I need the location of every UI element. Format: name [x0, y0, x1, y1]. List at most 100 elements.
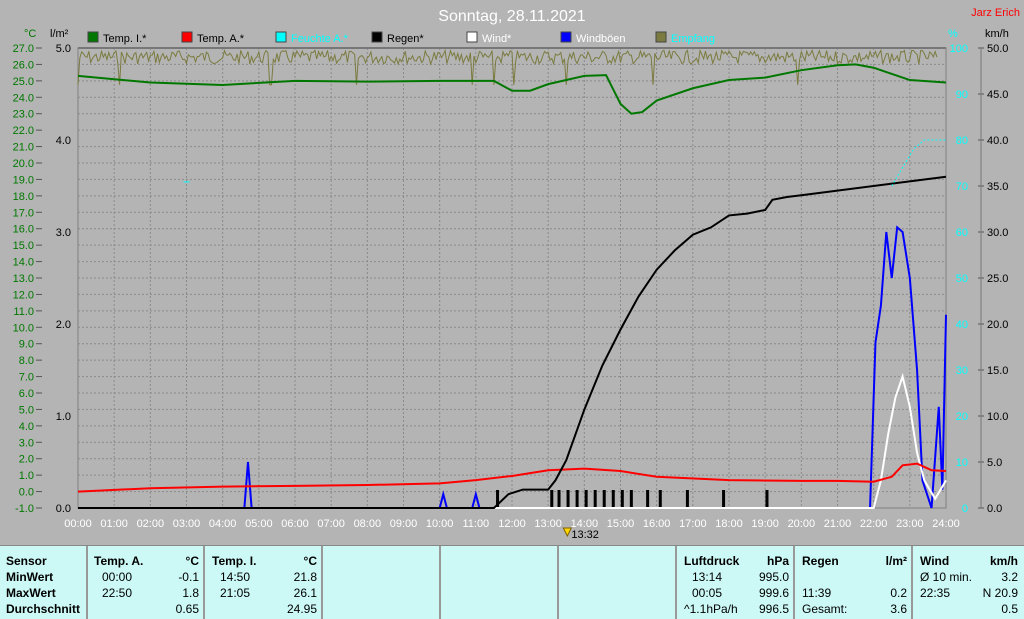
legend: Temp. I.* Temp. A.* Feuchte A.* Regen* Wind*…: [87, 31, 715, 45]
x-tick-label: 15:00: [607, 518, 635, 530]
legend-swatch: [560, 31, 572, 43]
temp_a-unit: °C: [185, 554, 199, 568]
rain-unit: l/m²: [50, 28, 69, 40]
x-tick-label: 09:00: [390, 518, 418, 530]
x-tick-label: 02:00: [137, 518, 165, 530]
x-tick-label: 21:00: [824, 518, 852, 530]
legend-label: Empfang: [671, 33, 715, 45]
percent-tick-label: 20: [956, 411, 968, 423]
rain-bar: [575, 490, 579, 508]
legend-swatch: [466, 31, 478, 43]
celsius-tick-label: 19.0: [13, 174, 34, 186]
celsius-tick-label: 25.0: [13, 76, 34, 88]
temp_i-header: Temp. I.: [212, 554, 257, 568]
x-tick-label: 17:00: [679, 518, 707, 530]
rain-bar: [620, 490, 624, 508]
x-tick-label: 16:00: [643, 518, 671, 530]
kmh-tick-label: 25.0: [987, 273, 1008, 285]
x-tick-label: 24:00: [932, 518, 960, 530]
kmh-tick-label: 40.0: [987, 135, 1008, 147]
kmh-tick-label: 15.0: [987, 365, 1008, 377]
celsius-tick-label: 12.0: [13, 289, 34, 301]
wind-header: Wind: [920, 554, 950, 568]
celsius-tick-label: 14.0: [13, 257, 34, 269]
legend-swatch: [655, 31, 667, 43]
celsius-tick-label: 7.0: [19, 372, 34, 384]
rain-bar: [685, 490, 689, 508]
time-marker-icon: [562, 527, 573, 538]
grid: [77, 47, 947, 509]
wind-value: 3.2: [1001, 570, 1018, 584]
celsius-tick-label: 6.0: [19, 388, 34, 400]
sensor-column: Sensor MinWert MaxWert Durchschnitt: [0, 546, 88, 619]
temp_a-header: Temp. A.: [94, 554, 144, 568]
pressure-time: ^1.1hPa/h: [684, 602, 738, 616]
rain-bar: [602, 490, 606, 508]
rain-tick-label: 0.0: [56, 503, 71, 515]
percent-tick-label: 70: [956, 181, 968, 193]
time-marker-label: 13:32: [571, 529, 599, 541]
temp_a-value: 1.8: [182, 586, 199, 600]
rain-value: 0.2: [890, 586, 907, 600]
x-tick-label: 22:00: [860, 518, 888, 530]
author-label: Jarz Erich: [971, 7, 1020, 19]
statistics-table: Sensor MinWert MaxWert Durchschnitt Temp…: [0, 545, 1024, 619]
legend-label: Temp. A.*: [197, 33, 245, 45]
legend-label: Temp. I.*: [103, 33, 147, 45]
rain-bar: [722, 490, 726, 508]
legend-label: Windböen: [576, 33, 626, 45]
celsius-tick-label: 9.0: [19, 339, 34, 351]
celsius-tick-label: 17.0: [13, 207, 34, 219]
pressure-value: 995.0: [758, 570, 789, 584]
percent-tick-label: 0: [962, 503, 968, 515]
wind-time: 22:35: [920, 586, 951, 600]
celsius-tick-label: 27.0: [13, 43, 34, 55]
temp_i-value: 24.95: [286, 602, 317, 616]
celsius-tick-label: 8.0: [19, 355, 34, 367]
rain-tick-label: 1.0: [56, 411, 71, 423]
legend-label: Wind*: [482, 33, 512, 45]
pressure-time: 13:14: [692, 570, 723, 584]
pressure-value: 999.6: [758, 586, 789, 600]
legend-swatch: [87, 31, 99, 43]
celsius-tick-label: 23.0: [13, 109, 34, 121]
rain-bar: [646, 490, 650, 508]
celsius-tick-label: 4.0: [19, 421, 34, 433]
x-tick-label: 04:00: [209, 518, 237, 530]
percent-unit: %: [948, 28, 958, 40]
wind-value: N 20.9: [982, 586, 1018, 600]
percent-tick-label: 50: [956, 273, 968, 285]
wind-value: 0.5: [1001, 602, 1018, 616]
chart-title: Sonntag, 28.11.2021: [438, 8, 585, 25]
kmh-tick-label: 5.0: [987, 457, 1002, 469]
legend-label: Regen*: [387, 33, 424, 45]
rain-bar: [611, 490, 615, 508]
x-tick-label: 11:00: [462, 518, 489, 530]
sensor-header: Sensor: [6, 554, 47, 568]
x-tick-label: 07:00: [317, 518, 345, 530]
x-tick-label: 01:00: [100, 518, 128, 530]
rain-bar: [765, 490, 769, 508]
kmh-unit: km/h: [985, 28, 1009, 40]
pressure-column: Luftdruck hPa 13:14 995.0 00:05 999.6 ^1.1hPa/…: [678, 546, 795, 619]
percent-tick-label: 90: [956, 89, 968, 101]
x-tick-label: 05:00: [245, 518, 273, 530]
x-tick-label: 18:00: [715, 518, 743, 530]
temp_a-value: 0.65: [175, 602, 199, 616]
celsius-tick-label: 3.0: [19, 437, 34, 449]
temp_a-time: 00:00: [102, 570, 133, 584]
x-tick-label: 23:00: [896, 518, 924, 530]
legend-swatch: [275, 31, 287, 43]
legend-label: Feuchte A.*: [291, 33, 349, 45]
percent-tick-label: 80: [956, 135, 968, 147]
celsius-tick-label: 20.0: [13, 158, 34, 170]
celsius-tick-label: 0.0: [19, 487, 34, 499]
rain-time: Gesamt:: [802, 602, 848, 616]
rain-bar: [550, 490, 554, 508]
pressure-value: 996.5: [758, 602, 789, 616]
pressure-time: 00:05: [692, 586, 723, 600]
percent-tick-label: 10: [956, 457, 968, 469]
kmh-tick-label: 30.0: [987, 227, 1008, 239]
celsius-tick-label: -1.0: [15, 503, 34, 515]
row-label: Durchschnitt: [6, 602, 81, 616]
